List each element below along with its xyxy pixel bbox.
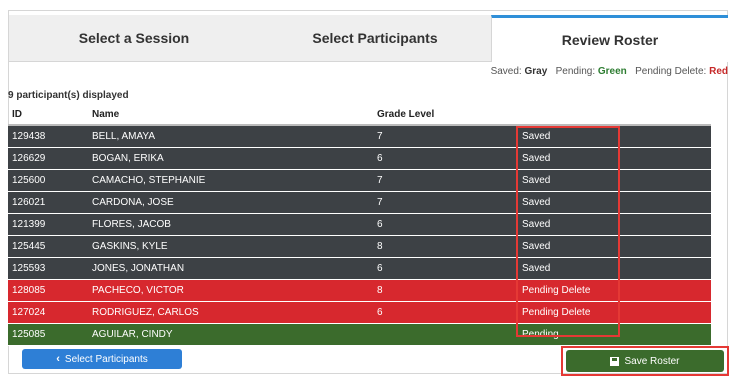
cell-status: Saved [518,125,623,148]
cell-name: JONES, JONATHAN [88,257,373,280]
cell-grade: 6 [373,257,518,280]
cell-spacer [623,323,711,346]
table-row[interactable]: 126629 BOGAN, ERIKA 6 Saved [8,147,711,170]
participant-count: 9 participant(s) displayed [8,90,129,101]
cell-id: 121399 [8,213,88,236]
header-spacer [623,104,711,126]
legend-pending-value: Green [597,66,627,77]
cell-id: 125085 [8,323,88,346]
cell-status: Saved [518,169,623,192]
cell-spacer [623,257,711,280]
table-row[interactable]: 128085 PACHECO, VICTOR 8 Pending Delete [8,279,711,302]
roster-table: ID Name Grade Level 129438 BELL, AMAYA 7… [8,104,711,346]
cell-grade: 6 [373,301,518,324]
table-header-row: ID Name Grade Level [8,104,711,126]
cell-status: Pending Delete [518,301,623,324]
header-grade-level[interactable]: Grade Level [373,104,518,126]
cell-id: 125600 [8,169,88,192]
cell-grade: 6 [373,213,518,236]
tab-select-session[interactable]: Select a Session [9,15,259,61]
cell-grade: 7 [373,169,518,192]
cell-spacer [623,191,711,214]
header-name[interactable]: Name [88,104,373,126]
cell-name: PACHECO, VICTOR [88,279,373,302]
cell-id: 127024 [8,301,88,324]
cell-spacer [623,169,711,192]
cell-name: AGUILAR, CINDY [88,323,373,346]
cell-grade: 8 [373,279,518,302]
cell-status: Pending [518,323,623,346]
cell-id: 128085 [8,279,88,302]
wizard-tabs: Select a Session Select Participants Rev… [9,15,728,62]
cell-status: Saved [518,257,623,280]
tab-select-participants[interactable]: Select Participants [259,15,491,61]
cell-status: Saved [518,147,623,170]
save-roster-button-label: Save Roster [624,355,680,367]
cell-spacer [623,125,711,148]
table-row[interactable]: 121399 FLORES, JACOB 6 Saved [8,213,711,236]
tab-review-roster[interactable]: Review Roster [491,15,728,62]
table-row[interactable]: 125445 GASKINS, KYLE 8 Saved [8,235,711,258]
table-row[interactable]: 125593 JONES, JONATHAN 6 Saved [8,257,711,280]
cell-status: Saved [518,235,623,258]
cell-id: 129438 [8,125,88,148]
table-row[interactable]: 129438 BELL, AMAYA 7 Saved [8,125,711,148]
cell-name: BELL, AMAYA [88,125,373,148]
cell-id: 125445 [8,235,88,258]
header-id[interactable]: ID [8,104,88,126]
cell-name: BOGAN, ERIKA [88,147,373,170]
cell-spacer [623,301,711,324]
chevron-left-icon: ‹ [56,353,60,365]
cell-name: GASKINS, KYLE [88,235,373,258]
cell-grade: 6 [373,147,518,170]
legend-pending-delete-value: Red [709,66,728,77]
legend-saved-value: Gray [524,66,548,77]
cell-status: Pending Delete [518,279,623,302]
cell-grade: 7 [373,125,518,148]
select-participants-button-label: Select Participants [64,353,148,365]
status-legend: Saved: Gray Pending: Green Pending Delet… [491,66,728,77]
cell-grade: 8 [373,235,518,258]
legend-saved-label: Saved: [490,66,522,77]
cell-grade: 7 [373,191,518,214]
cell-spacer [623,235,711,258]
cell-spacer [623,279,711,302]
cell-status: Saved [518,191,623,214]
table-row[interactable]: 125085 AGUILAR, CINDY Pending [8,323,711,346]
cell-name: CAMACHO, STEPHANIE [88,169,373,192]
cell-spacer [623,213,711,236]
cell-status: Saved [518,213,623,236]
legend-pending-label: Pending: [555,66,596,77]
save-roster-button[interactable]: Save Roster [566,350,724,372]
cell-name: FLORES, JACOB [88,213,373,236]
cell-id: 126629 [8,147,88,170]
cell-name: RODRIGUEZ, CARLOS [88,301,373,324]
table-row[interactable]: 126021 CARDONA, JOSE 7 Saved [8,191,711,214]
table-row[interactable]: 125600 CAMACHO, STEPHANIE 7 Saved [8,169,711,192]
cell-id: 125593 [8,257,88,280]
table-row[interactable]: 127024 RODRIGUEZ, CARLOS 6 Pending Delet… [8,301,711,324]
select-participants-button[interactable]: ‹ Select Participants [22,349,182,369]
cell-name: CARDONA, JOSE [88,191,373,214]
cell-spacer [623,147,711,170]
legend-pending-delete-label: Pending Delete: [635,66,707,77]
cell-grade [373,323,518,346]
floppy-disk-icon [610,356,620,366]
cell-id: 126021 [8,191,88,214]
header-status [518,104,623,126]
